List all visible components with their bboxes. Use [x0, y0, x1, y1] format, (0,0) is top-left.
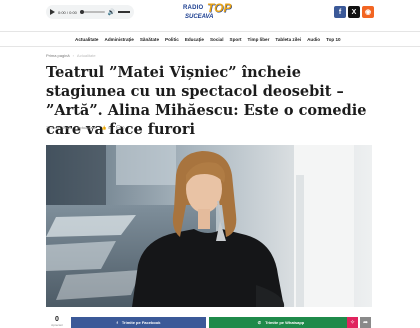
nav-item-tableta-zilei[interactable]: Tableta zilei [275, 37, 301, 42]
breadcrumb-home[interactable]: Prima pagină [46, 53, 70, 58]
audio-player[interactable]: 0:00 / 0:00 🔊 [46, 5, 134, 19]
breadcrumb: Prima pagină › Actualitate [46, 53, 96, 58]
facebook-icon[interactable]: f [334, 6, 346, 18]
article-photo [46, 145, 372, 307]
whatsapp-icon: ✆ [257, 320, 262, 325]
nav-item-sport[interactable]: Sport [230, 37, 242, 42]
like-icon[interactable]: 👍 [102, 125, 107, 130]
share-facebook-button[interactable]: f Trimite pe Facebook [71, 317, 206, 328]
nav-item-politic[interactable]: Politic [165, 37, 179, 42]
nav-item-audio[interactable]: Audio [307, 37, 320, 42]
share-facebook-label: Trimite pe Facebook [121, 320, 161, 325]
breadcrumb-current: Actualitate [76, 53, 96, 58]
share-whatsapp-button[interactable]: ✆ Trimite pe Whatsapp [209, 317, 353, 328]
comment-icon[interactable]: 💬 [116, 125, 121, 130]
share-more-icon[interactable]: ➦ [360, 317, 371, 328]
nav-item-actualitate[interactable]: Actualitate [75, 37, 99, 42]
comment-count: 0 [122, 125, 125, 130]
share-count: 0 Aprecieri [51, 315, 63, 327]
breadcrumb-separator: › [72, 53, 74, 58]
article-date: 22 iunie, 2019 [46, 125, 72, 130]
play-icon[interactable] [50, 9, 55, 15]
rss-icon[interactable]: ◉ [362, 6, 374, 18]
share-whatsapp-label: Trimite pe Whatsapp [265, 320, 305, 325]
nav-item-sanatate[interactable]: Sănătate [140, 37, 159, 42]
x-icon[interactable]: X [348, 6, 360, 18]
top-bar: 0:00 / 0:00 🔊 RADIO TOP SUCEAVA f X ◉ [0, 0, 420, 26]
share-bar: 0 Aprecieri f Trimite pe Facebook ✆ Trim… [46, 314, 372, 328]
facebook-icon: f [116, 320, 118, 325]
article-category[interactable]: Actualitate [77, 125, 96, 130]
nav-item-top-10[interactable]: Top 10 [326, 37, 340, 42]
site-logo[interactable]: RADIO TOP SUCEAVA [183, 1, 237, 24]
photo-illustration [46, 145, 372, 307]
volume-slider[interactable] [118, 11, 130, 13]
nav-item-administratie[interactable]: Administrație [105, 37, 134, 42]
like-count: 0 [107, 125, 111, 130]
nav-item-social[interactable]: Social [210, 37, 224, 42]
nav-item-educatie[interactable]: Educație [185, 37, 204, 42]
article-meta: 22 iunie, 2019 Actualitate 👍 0 💬 0 [46, 125, 125, 130]
volume-icon[interactable]: 🔊 [108, 9, 115, 16]
audio-progress-slider[interactable] [79, 10, 105, 14]
nav-item-timp-liber[interactable]: Timp liber [248, 37, 270, 42]
main-nav: Actualitate Administrație Sănătate Polit… [0, 31, 420, 47]
audio-time: 0:00 / 0:00 [58, 9, 77, 15]
pinterest-icon[interactable]: ✧ [347, 317, 358, 328]
